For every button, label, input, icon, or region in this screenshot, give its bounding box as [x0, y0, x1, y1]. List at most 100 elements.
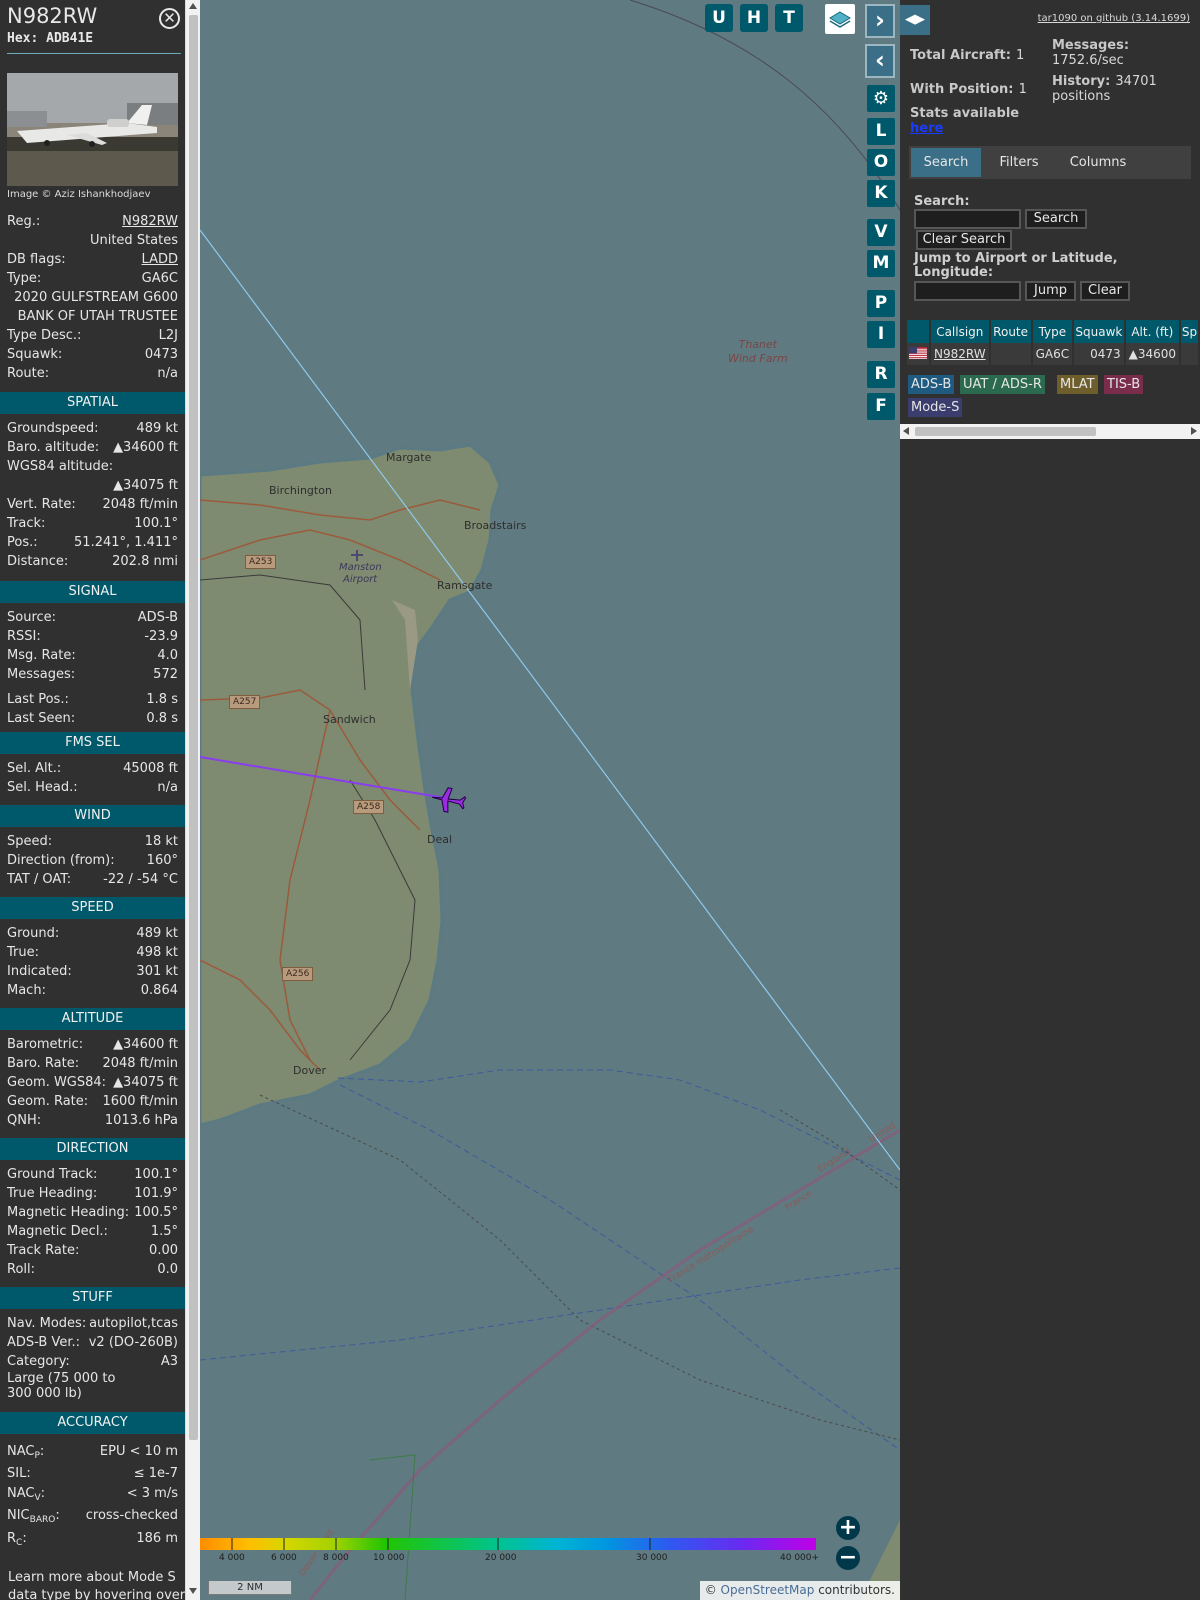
right-panel: ◀▶ tar1090 on github (3.14.1699) Total A…	[900, 0, 1200, 1600]
section-stuff: STUFF	[0, 1287, 185, 1309]
signal-row: Last Seen: 0.8 s	[7, 709, 178, 728]
place-label: Ramsgate	[437, 579, 493, 592]
aircraft-table: Callsign Route Type Squawk Alt. (ft) Sp	[907, 320, 1200, 365]
table-header-row: Callsign Route Type Squawk Alt. (ft) Sp	[907, 320, 1200, 343]
field-value: 1013.6 hPa	[104, 1113, 178, 1128]
fms-row: Sel. Head.: n/a	[7, 778, 178, 797]
side-button-i[interactable]: I	[867, 321, 895, 348]
zoom-in-button[interactable]: +	[836, 1516, 860, 1540]
field-value: 0.8 s	[146, 711, 178, 726]
direction-row: True Heading: 101.9°	[7, 1184, 178, 1203]
info-scrollbar[interactable]	[185, 0, 200, 1600]
github-link[interactable]: tar1090 on github (3.14.1699)	[1038, 13, 1190, 24]
column-header-altitude[interactable]: Alt. (ft)	[1124, 320, 1182, 343]
scroll-right-icon[interactable]	[1191, 427, 1197, 435]
source-chip-mlat: MLAT	[1057, 375, 1098, 394]
jump-button[interactable]: Jump	[1025, 281, 1076, 301]
toggle-t-button[interactable]: T	[775, 4, 803, 32]
flag-cell	[907, 343, 931, 365]
divider	[7, 53, 181, 54]
osm-link[interactable]: OpenStreetMap	[721, 1583, 815, 1597]
section-spatial: SPATIAL	[0, 392, 185, 414]
column-header-callsign[interactable]: Callsign	[930, 320, 991, 343]
field-value: 45008 ft	[123, 761, 178, 776]
column-header-speed[interactable]: Sp	[1180, 320, 1200, 343]
column-header-route[interactable]: Route	[989, 320, 1033, 343]
scroll-thumb[interactable]	[189, 15, 198, 1440]
side-button-f[interactable]: F	[867, 393, 895, 420]
expand-right-icon[interactable]: ›	[865, 4, 895, 38]
tab-filters[interactable]: Filters	[983, 148, 1055, 177]
field-label: True:	[7, 945, 39, 960]
layers-icon[interactable]	[825, 4, 855, 34]
column-header-flag[interactable]	[907, 320, 931, 343]
column-header-type[interactable]: Type	[1031, 320, 1075, 343]
road-label: A257	[229, 695, 261, 709]
field-label: Speed:	[7, 834, 53, 849]
road-label: A256	[282, 967, 314, 981]
field-value: ▲34075 ft	[113, 1075, 178, 1090]
country: United States	[89, 233, 178, 248]
tab-columns[interactable]: Columns	[1057, 148, 1139, 177]
speed-row: Indicated: 301 kt	[7, 962, 178, 981]
scroll-thumb[interactable]	[915, 427, 1096, 436]
side-button-o[interactable]: O	[867, 149, 895, 176]
search-button[interactable]: Search	[1025, 209, 1087, 229]
stats-link[interactable]: here	[910, 121, 1019, 136]
scroll-down-icon[interactable]	[189, 1588, 197, 1594]
altitude-row: Geom. Rate: 1600 ft/min	[7, 1092, 178, 1111]
side-button-k[interactable]: K	[867, 180, 895, 207]
side-button-v[interactable]: V	[867, 219, 895, 246]
field-value: 101.9°	[134, 1186, 178, 1201]
field-value: 51.241°, 1.411°	[74, 535, 178, 550]
spatial-row: Track: 100.1°	[7, 514, 178, 533]
clear-jump-button[interactable]: Clear	[1080, 281, 1130, 301]
toggle-u-button[interactable]: U	[705, 4, 733, 32]
tab-search[interactable]: Search	[911, 148, 981, 177]
aircraft-owner: BANK OF UTAH TRUSTEE	[17, 309, 178, 324]
squawk-row: Squawk: 0473	[7, 347, 178, 362]
field-value: ▲34075 ft	[113, 478, 178, 493]
wind-row: TAT / OAT: -22 / -54 °C	[7, 870, 178, 889]
jump-input[interactable]	[914, 281, 1021, 301]
db-flags-link[interactable]: LADD	[142, 250, 178, 269]
place-label: Dover	[293, 1064, 326, 1077]
settings-gear-icon[interactable]: ⚙	[867, 85, 895, 112]
aircraft-marker[interactable]	[428, 782, 469, 818]
field-label: Magnetic Heading:	[7, 1205, 130, 1220]
close-icon[interactable]: ✕	[159, 8, 180, 29]
section-signal: SIGNAL	[0, 581, 185, 603]
search-input[interactable]	[914, 209, 1021, 229]
scroll-left-icon[interactable]	[903, 427, 909, 435]
scroll-up-icon[interactable]	[189, 3, 197, 9]
side-button-l[interactable]: L	[867, 118, 895, 145]
map[interactable]: Margate Birchington Broadstairs Manston …	[200, 0, 900, 1600]
legend-tick: 6 000	[271, 1553, 297, 1563]
field-value: 4.0	[157, 648, 178, 663]
with-position: With Position: 1	[910, 82, 1027, 97]
field-label: ADS-B Ver.:	[7, 1335, 80, 1350]
side-button-r[interactable]: R	[867, 361, 895, 388]
aircraft-photo[interactable]	[7, 73, 178, 186]
map-attribution: © OpenStreetMap contributors.	[699, 1581, 900, 1600]
side-button-m[interactable]: M	[867, 250, 895, 277]
collapse-left-icon[interactable]: ‹	[865, 44, 895, 78]
table-row[interactable]: N982RW GA6C 0473 ▲34600	[907, 343, 1200, 365]
cell-callsign[interactable]: N982RW	[930, 343, 991, 365]
scale-bar: 2 NM	[208, 1581, 292, 1595]
column-header-squawk[interactable]: Squawk	[1073, 320, 1126, 343]
field-label: Geom. WGS84:	[7, 1075, 107, 1090]
registration-link[interactable]: N982RW	[122, 212, 178, 231]
cell-squawk: 0473	[1073, 343, 1126, 365]
clear-search-button[interactable]: Clear Search	[916, 230, 1012, 250]
table-horizontal-scrollbar[interactable]	[900, 424, 1200, 439]
map-canvas[interactable]	[200, 0, 900, 1600]
zoom-out-button[interactable]: −	[836, 1546, 860, 1570]
direction-row: Magnetic Heading: 100.5°	[7, 1203, 178, 1222]
jump-label: Jump to Airport or Latitude, Longitude:	[914, 251, 1118, 280]
toggle-panel-width-icon[interactable]: ◀▶	[900, 5, 930, 35]
signal-row: RSSI: -23.9	[7, 627, 178, 646]
field-value: 0.00	[149, 1243, 178, 1258]
side-button-p[interactable]: P	[867, 290, 895, 317]
toggle-h-button[interactable]: H	[740, 4, 768, 32]
